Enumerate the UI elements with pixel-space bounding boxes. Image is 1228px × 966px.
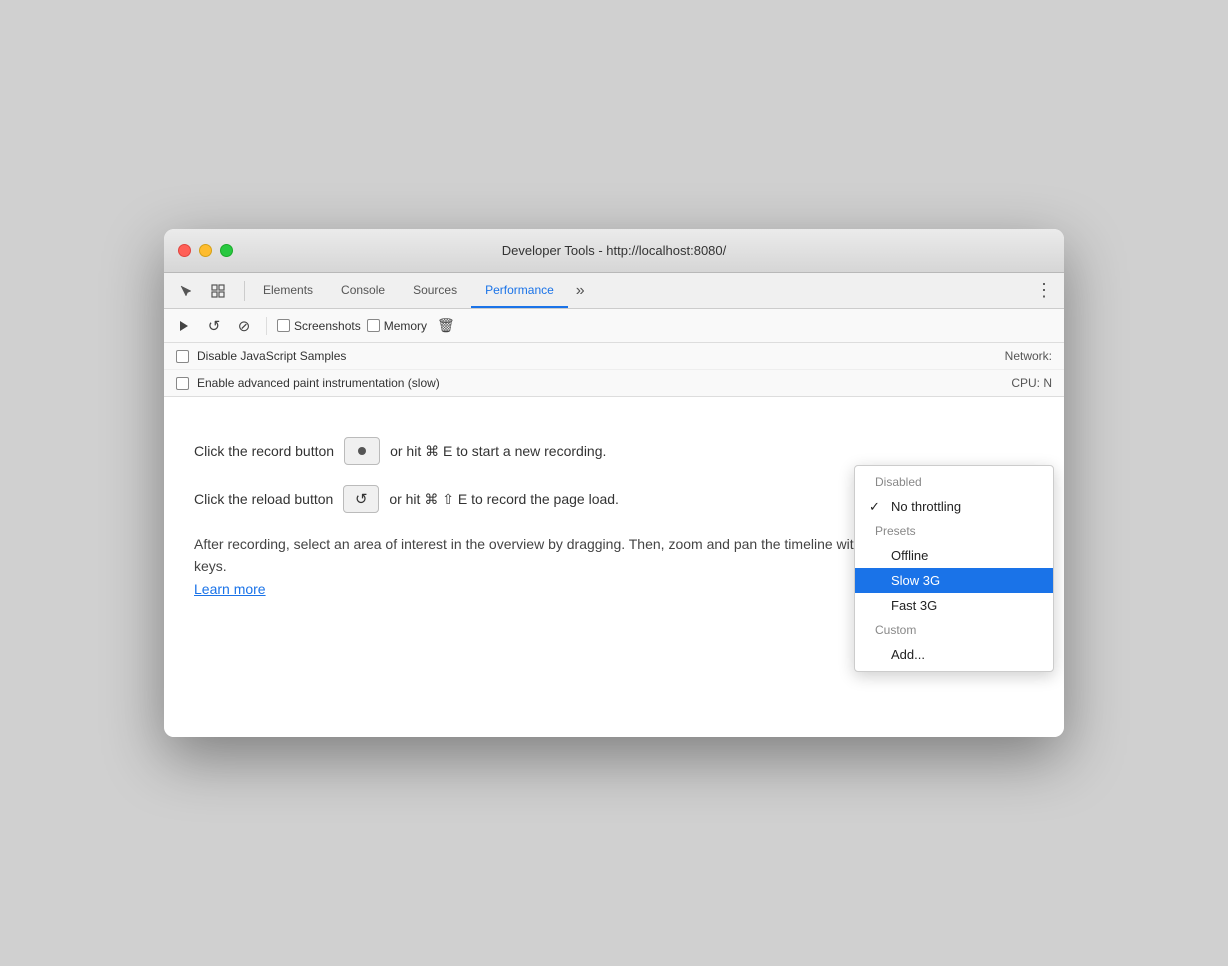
tab-sources[interactable]: Sources bbox=[399, 273, 471, 308]
window-title: Developer Tools - http://localhost:8080/ bbox=[502, 243, 727, 258]
reload-button[interactable]: ↺ bbox=[202, 314, 226, 338]
record-instruction-text: Click the record button bbox=[194, 443, 334, 459]
reload-inline-button[interactable]: ↺ bbox=[343, 485, 379, 513]
learn-more-link[interactable]: Learn more bbox=[194, 581, 266, 597]
reload-instruction-text: Click the reload button bbox=[194, 491, 333, 507]
paint-checkbox[interactable] bbox=[176, 377, 189, 390]
cursor-icon[interactable] bbox=[172, 277, 200, 305]
record-button[interactable] bbox=[172, 314, 196, 338]
menu-no-throttling[interactable]: ✓ No throttling bbox=[855, 494, 1053, 519]
menu-disabled-header: Disabled bbox=[855, 470, 1053, 494]
menu-offline[interactable]: Offline bbox=[855, 543, 1053, 568]
cancel-button[interactable]: ⊘ bbox=[232, 314, 256, 338]
clear-button[interactable]: 🗑 bbox=[437, 317, 455, 334]
performance-toolbar: ↺ ⊘ Screenshots Memory 🗑 bbox=[164, 309, 1064, 343]
menu-presets-header: Presets bbox=[855, 519, 1053, 543]
memory-checkbox[interactable] bbox=[367, 319, 380, 332]
option-row-paint: Enable advanced paint instrumentation (s… bbox=[164, 370, 1064, 396]
options-area: Disable JavaScript Samples Network: Enab… bbox=[164, 343, 1064, 397]
network-throttle-dropdown: Disabled ✓ No throttling Presets Offline… bbox=[854, 465, 1054, 672]
menu-add[interactable]: Add... bbox=[855, 642, 1053, 667]
devtools-menu-icon[interactable]: ⋮ bbox=[1032, 279, 1056, 303]
tab-divider bbox=[244, 281, 245, 301]
record-shortcut-text: or hit ⌘ E to start a new recording. bbox=[390, 443, 606, 460]
tab-elements[interactable]: Elements bbox=[249, 273, 327, 308]
js-samples-label: Disable JavaScript Samples bbox=[197, 349, 997, 363]
tab-bar: Elements Console Sources Performance » ⋮ bbox=[164, 273, 1064, 309]
option-row-js-samples: Disable JavaScript Samples Network: bbox=[164, 343, 1064, 370]
menu-custom-header: Custom bbox=[855, 618, 1053, 642]
minimize-button[interactable] bbox=[199, 244, 212, 257]
cpu-label: CPU: N bbox=[1011, 376, 1052, 390]
memory-label: Memory bbox=[384, 319, 427, 333]
menu-fast-3g[interactable]: Fast 3G bbox=[855, 593, 1053, 618]
record-instruction: Click the record button or hit ⌘ E to st… bbox=[194, 437, 1034, 465]
tab-icon-group bbox=[172, 277, 232, 305]
js-samples-checkbox[interactable] bbox=[176, 350, 189, 363]
tab-more-button[interactable]: » bbox=[568, 273, 593, 308]
menu-slow-3g[interactable]: Slow 3G bbox=[855, 568, 1053, 593]
devtools-window: Developer Tools - http://localhost:8080/… bbox=[164, 229, 1064, 737]
maximize-button[interactable] bbox=[220, 244, 233, 257]
paint-label: Enable advanced paint instrumentation (s… bbox=[197, 376, 1003, 390]
tab-performance[interactable]: Performance bbox=[471, 273, 568, 308]
inspect-icon[interactable] bbox=[204, 277, 232, 305]
screenshots-checkbox[interactable] bbox=[277, 319, 290, 332]
tabs-container: Elements Console Sources Performance » bbox=[249, 273, 1032, 308]
screenshots-group: Screenshots bbox=[277, 319, 361, 333]
title-bar: Developer Tools - http://localhost:8080/ bbox=[164, 229, 1064, 273]
checkmark-icon: ✓ bbox=[869, 499, 880, 515]
close-button[interactable] bbox=[178, 244, 191, 257]
main-content: Click the record button or hit ⌘ E to st… bbox=[164, 397, 1064, 737]
reload-shortcut-text: or hit ⌘ ⇧ E to record the page load. bbox=[389, 491, 619, 508]
traffic-lights bbox=[178, 244, 233, 257]
record-inline-button[interactable] bbox=[344, 437, 380, 465]
tab-console[interactable]: Console bbox=[327, 273, 399, 308]
screenshots-label: Screenshots bbox=[294, 319, 361, 333]
description-part2: keys. bbox=[194, 558, 227, 574]
memory-group: Memory bbox=[367, 319, 427, 333]
tab-bar-right: ⋮ bbox=[1032, 279, 1056, 303]
toolbar-separator-1 bbox=[266, 317, 267, 335]
network-label: Network: bbox=[1005, 349, 1052, 363]
